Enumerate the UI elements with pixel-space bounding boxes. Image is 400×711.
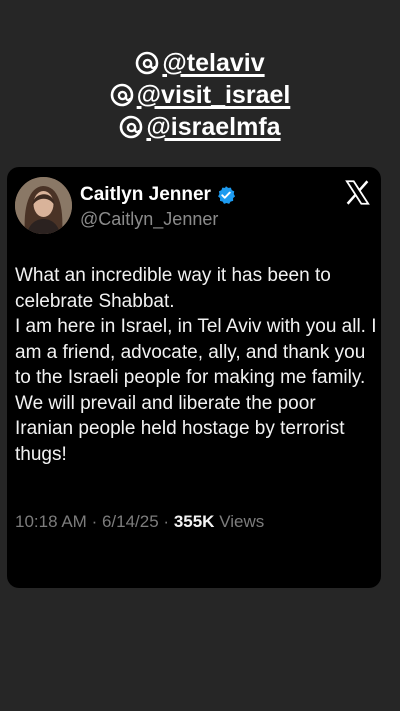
author-row: Caitlyn Jenner	[80, 184, 236, 206]
views-label: Views	[219, 512, 265, 531]
tweet-paragraph: I am here in Israel, in Tel Aviv with yo…	[15, 316, 377, 465]
tweet-time[interactable]: 10:18 AM	[15, 512, 87, 531]
tweet-card[interactable]: Caitlyn Jenner @Caitlyn_Jenner What an i…	[7, 167, 381, 588]
mention-sticker-visit-israel[interactable]: @visit_israel	[110, 80, 291, 110]
author-name[interactable]: Caitlyn Jenner	[80, 184, 211, 206]
threads-icon	[110, 83, 133, 107]
tweet-meta: 10:18 AM · 6/14/25 · 355K Views	[15, 512, 264, 532]
separator-dot: ·	[91, 512, 102, 531]
mention-text: @israelmfa	[146, 113, 281, 141]
mention-text: @visit_israel	[136, 81, 291, 109]
tweet-text: What an incredible way it has been to ce…	[15, 263, 377, 467]
mention-stickers: @telaviv @visit_israel @israelmfa	[0, 48, 400, 142]
profile-photo	[15, 177, 72, 234]
threads-icon	[120, 115, 143, 139]
mention-text: @telaviv	[162, 49, 265, 77]
views-count: 355K	[173, 512, 215, 531]
avatar[interactable]	[15, 177, 72, 234]
x-logo-icon[interactable]	[344, 179, 371, 206]
tweet-paragraph: What an incredible way it has been to ce…	[15, 265, 331, 312]
mention-sticker-telaviv[interactable]: @telaviv	[135, 48, 265, 78]
threads-icon	[136, 51, 159, 75]
author-handle[interactable]: @Caitlyn_Jenner	[80, 209, 218, 230]
mention-sticker-israelmfa[interactable]: @israelmfa	[119, 112, 281, 142]
tweet-date[interactable]: 6/14/25	[102, 512, 159, 531]
verified-badge-icon	[218, 186, 236, 204]
separator-dot: ·	[163, 512, 174, 531]
